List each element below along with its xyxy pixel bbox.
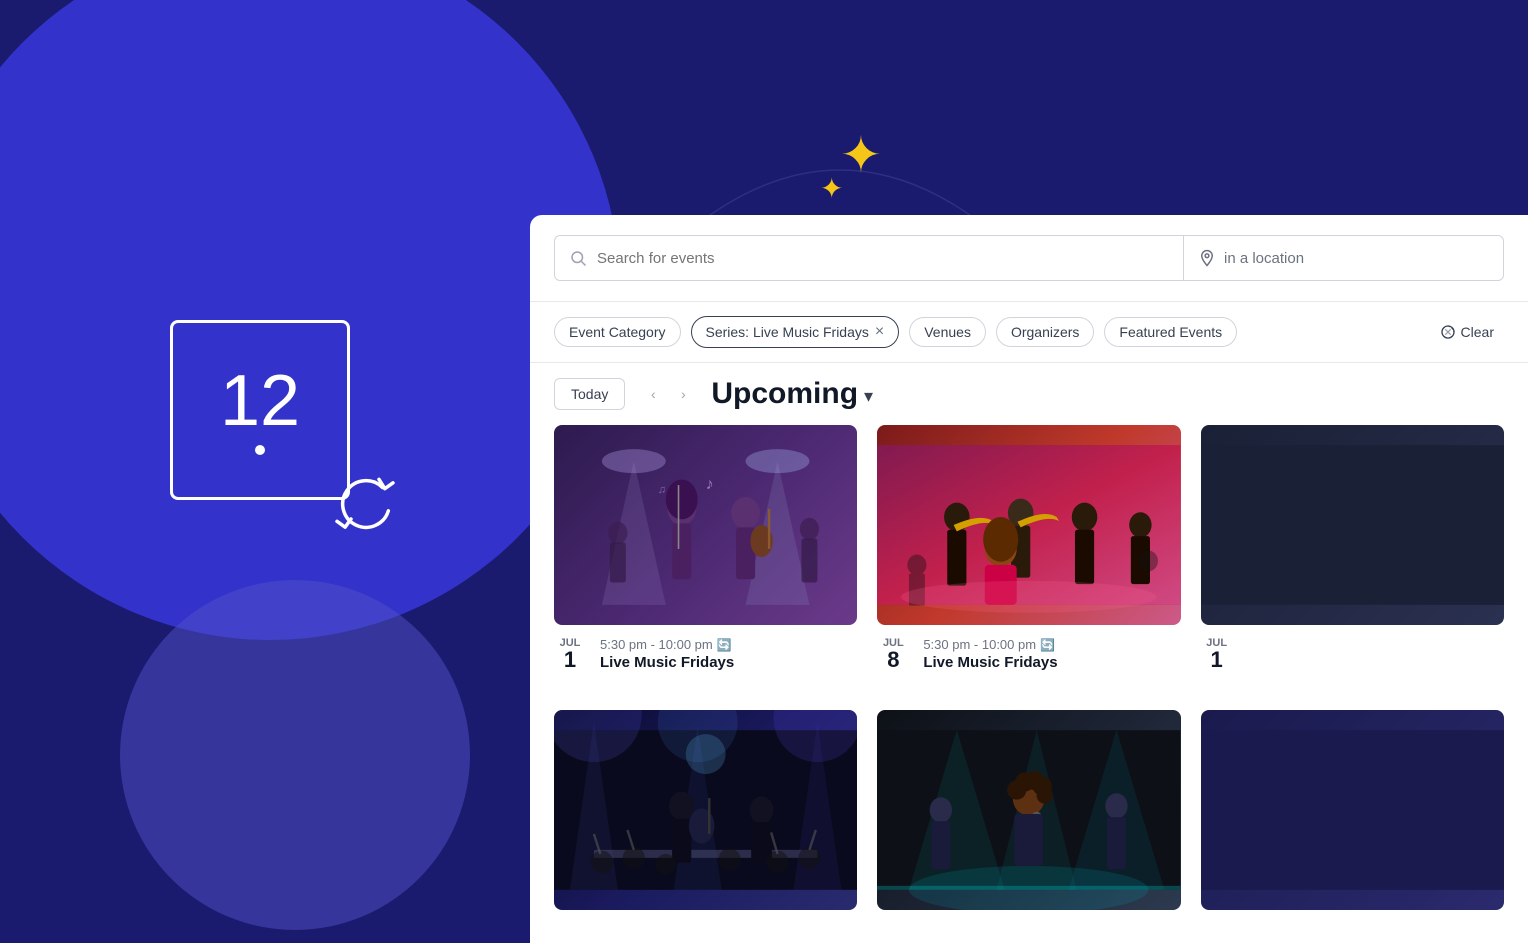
event-details-1: 5:30 pm - 10:00 pm 🔄 Live Music Fridays: [600, 637, 857, 671]
filter-chip-label: Venues: [924, 324, 971, 340]
nav-bar: Today ‹ › Upcoming ▾: [530, 363, 1528, 425]
event-day-3: 1: [1211, 649, 1223, 671]
filter-chip-remove-icon[interactable]: ×: [875, 323, 884, 341]
filter-chip-label: Featured Events: [1119, 324, 1222, 340]
prev-arrow-button[interactable]: ‹: [639, 380, 667, 408]
calendar-number: 12: [220, 365, 300, 437]
filter-chip-series[interactable]: Series: Live Music Fridays ×: [691, 316, 900, 348]
event-info-2: JUL 8 5:30 pm - 10:00 pm 🔄 Live Music Fr…: [877, 637, 1180, 671]
filter-chip-event-category[interactable]: Event Category: [554, 317, 681, 347]
event-image-svg-1: ♪ ♫: [554, 425, 857, 625]
event-card-6[interactable]: [1201, 710, 1504, 929]
view-title: Upcoming: [711, 377, 858, 411]
event-title-2: Live Music Fridays: [923, 654, 1180, 671]
event-date-1: JUL 1: [554, 637, 586, 671]
filter-chip-venues[interactable]: Venues: [909, 317, 986, 347]
event-image-4: [554, 710, 857, 910]
event-image-6: [1201, 710, 1504, 910]
filter-chip-featured[interactable]: Featured Events: [1104, 317, 1237, 347]
recurring-icon-2: 🔄: [1040, 638, 1055, 652]
filter-chip-organizers[interactable]: Organizers: [996, 317, 1094, 347]
prev-arrow-icon: ‹: [651, 386, 656, 402]
event-date-3: JUL 1: [1201, 637, 1233, 671]
event-title-1: Live Music Fridays: [600, 654, 857, 671]
svg-text:♫: ♫: [658, 484, 666, 496]
calendar-icon: 12: [170, 320, 370, 520]
filter-chip-label: Series: Live Music Fridays: [706, 324, 869, 340]
event-details-2: 5:30 pm - 10:00 pm 🔄 Live Music Fridays: [923, 637, 1180, 671]
event-image-svg-5: [877, 710, 1180, 910]
search-input[interactable]: [597, 250, 1169, 267]
event-info-1: JUL 1 5:30 pm - 10:00 pm 🔄 Live Music Fr…: [554, 637, 857, 671]
event-image-3: [1201, 425, 1504, 625]
calendar-dot: [255, 445, 265, 455]
refresh-icon: [330, 470, 400, 540]
view-chevron-icon: ▾: [864, 386, 873, 407]
event-image-svg-3: [1201, 425, 1504, 625]
sparkle-large-icon: ✦: [840, 130, 882, 180]
event-day-1: 1: [564, 649, 576, 671]
event-image-svg-6: [1201, 710, 1504, 910]
sparkle-small-icon: ✦: [820, 175, 843, 203]
event-time-2: 5:30 pm - 10:00 pm 🔄: [923, 637, 1180, 652]
search-field-container[interactable]: [554, 235, 1184, 281]
event-card-3[interactable]: JUL 1: [1201, 425, 1504, 690]
event-card-2[interactable]: JUL 8 5:30 pm - 10:00 pm 🔄 Live Music Fr…: [877, 425, 1180, 690]
location-placeholder: in a location: [1224, 250, 1304, 267]
location-field-container[interactable]: in a location: [1184, 235, 1504, 281]
filter-chip-label: Organizers: [1011, 324, 1079, 340]
clear-label: Clear: [1461, 324, 1494, 340]
clear-button[interactable]: Clear: [1430, 318, 1504, 346]
event-day-2: 8: [887, 649, 899, 671]
search-bar: in a location: [530, 215, 1528, 302]
calendar-box: 12: [170, 320, 350, 500]
event-time-1: 5:30 pm - 10:00 pm 🔄: [600, 637, 857, 652]
filter-bar: Event Category Series: Live Music Friday…: [530, 302, 1528, 363]
today-button[interactable]: Today: [554, 378, 625, 410]
events-grid: ♪ ♫ JUL 1 5:30 pm - 10:00 pm 🔄 Live Musi…: [530, 425, 1528, 943]
event-image-5: [877, 710, 1180, 910]
event-image-1: ♪ ♫: [554, 425, 857, 625]
view-selector[interactable]: Upcoming ▾: [711, 377, 873, 411]
event-info-3: JUL 1: [1201, 637, 1504, 671]
filter-chip-label: Event Category: [569, 324, 666, 340]
next-arrow-button[interactable]: ›: [669, 380, 697, 408]
location-icon: [1198, 249, 1216, 267]
event-image-svg-4: [554, 710, 857, 910]
svg-text:♪: ♪: [706, 476, 714, 493]
event-card-4[interactable]: [554, 710, 857, 929]
event-image-svg-2: [877, 425, 1180, 625]
bg-circle-small: [120, 580, 470, 930]
next-arrow-icon: ›: [681, 386, 686, 402]
clear-icon: [1440, 324, 1456, 340]
event-image-2: [877, 425, 1180, 625]
search-icon: [569, 249, 587, 267]
event-card-5[interactable]: [877, 710, 1180, 929]
event-card-1[interactable]: ♪ ♫ JUL 1 5:30 pm - 10:00 pm 🔄 Live Musi…: [554, 425, 857, 690]
event-date-2: JUL 8: [877, 637, 909, 671]
main-panel: in a location Event Category Series: Liv…: [530, 215, 1528, 943]
recurring-icon-1: 🔄: [717, 638, 732, 652]
nav-arrows: ‹ ›: [639, 380, 697, 408]
